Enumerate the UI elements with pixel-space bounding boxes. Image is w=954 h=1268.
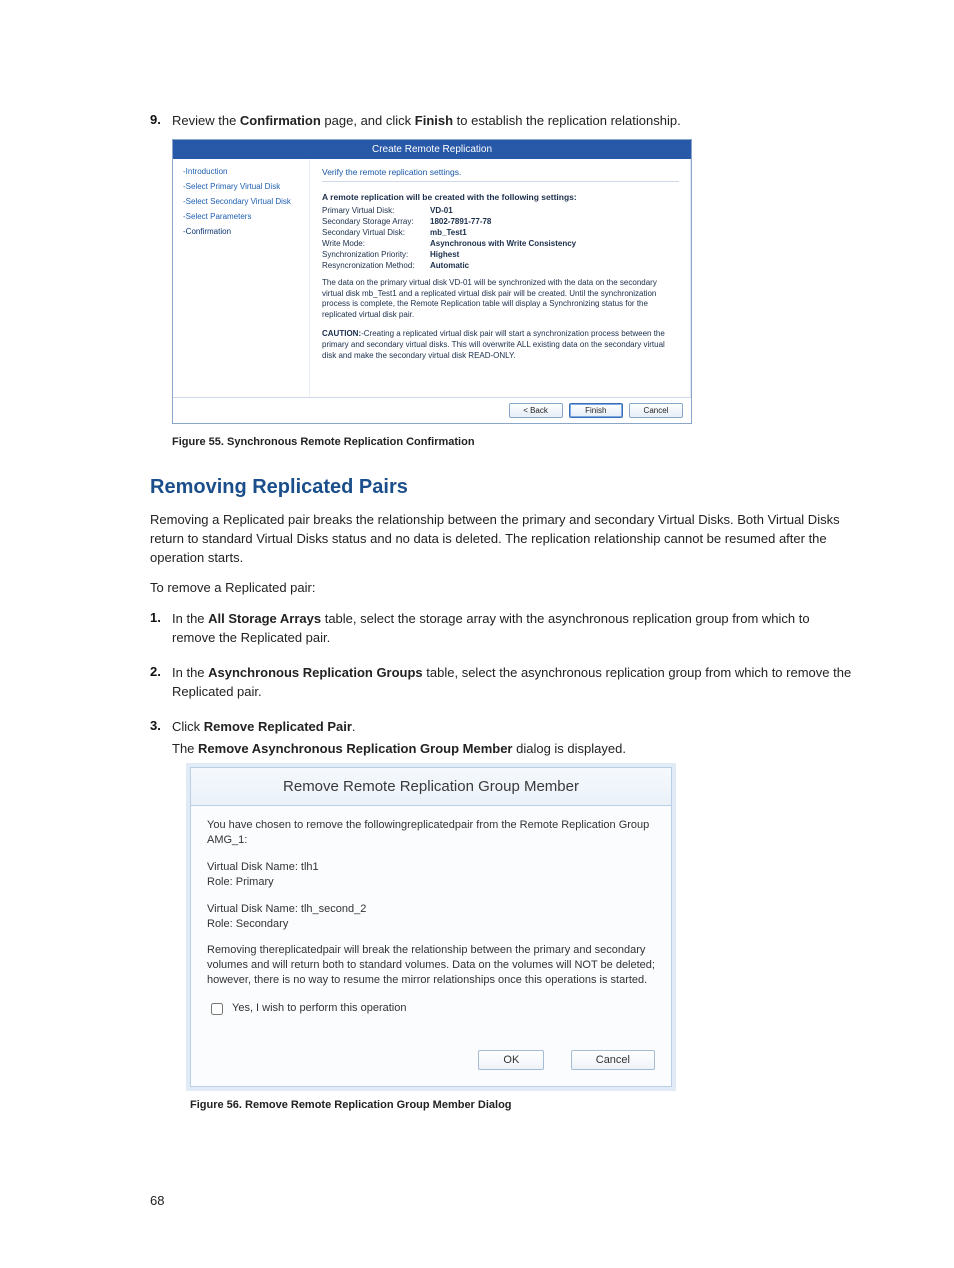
finish-button[interactable]: Finish	[569, 403, 623, 418]
v: Automatic	[430, 261, 469, 270]
t: In the	[172, 611, 208, 626]
caution-label: CAUTION:	[322, 329, 361, 338]
step-text: In the All Storage Arrays table, select …	[172, 610, 854, 648]
vd1: Virtual Disk Name: tlh1 Role: Primary	[207, 860, 655, 890]
v: VD-01	[430, 206, 453, 215]
step-3: 3. Click Remove Replicated Pair. The Rem…	[150, 718, 854, 760]
step-number: 2.	[150, 664, 172, 702]
v: Asynchronous with Write Consistency	[430, 239, 576, 248]
nav-select-primary[interactable]: -Select Primary Virtual Disk	[183, 182, 303, 191]
k: Synchronization Priority:	[322, 250, 430, 259]
t: to establish the replication relationshi…	[453, 113, 681, 128]
dialog-body: You have chosen to remove the followingr…	[191, 806, 671, 1050]
create-remote-replication-wizard: Create Remote Replication -Introduction …	[172, 139, 692, 424]
step-2: 2. In the Asynchronous Replication Group…	[150, 664, 854, 702]
figure-56-caption: Figure 56. Remove Remote Replication Gro…	[190, 1099, 854, 1111]
dialog-title: Remove Remote Replication Group Member	[191, 768, 671, 806]
step-text: Click Remove Replicated Pair. The Remove…	[172, 718, 854, 760]
k: Primary Virtual Disk:	[322, 206, 430, 215]
step-number: 9.	[150, 112, 172, 131]
t: In the	[172, 665, 208, 680]
t: .	[352, 719, 356, 734]
nav-intro[interactable]: -Introduction	[183, 167, 303, 176]
k: Secondary Storage Array:	[322, 217, 430, 226]
line: Virtual Disk Name: tlh_second_2	[207, 903, 366, 915]
row-primary-vd: Primary Virtual Disk: VD-01	[322, 206, 679, 215]
step-text: Review the Confirmation page, and click …	[172, 112, 854, 131]
v: 1802-7891-77-78	[430, 217, 491, 226]
k: Resyncronization Method:	[322, 261, 430, 270]
nav-confirmation[interactable]: -Confirmation	[183, 227, 303, 236]
k: Secondary Virtual Disk:	[322, 228, 430, 237]
wizard-nav: -Introduction -Select Primary Virtual Di…	[173, 159, 310, 397]
verify-text: Verify the remote replication settings.	[322, 167, 679, 177]
t: Click	[172, 719, 204, 734]
vd2: Virtual Disk Name: tlh_second_2 Role: Se…	[207, 902, 655, 932]
cancel-button[interactable]: Cancel	[629, 403, 683, 418]
dialog-button-bar: OK Cancel	[191, 1050, 671, 1086]
step-number: 1.	[150, 610, 172, 648]
step-number: 3.	[150, 718, 172, 760]
wizard-content: Verify the remote replication settings. …	[310, 159, 691, 397]
t-bold: Finish	[415, 113, 453, 128]
divider	[322, 181, 679, 182]
nav-select-secondary[interactable]: -Select Secondary Virtual Disk	[183, 197, 303, 206]
remove-replication-dialog: Remove Remote Replication Group Member Y…	[190, 767, 672, 1087]
row-secondary-array: Secondary Storage Array: 1802-7891-77-78	[322, 217, 679, 226]
dialog-intro: You have chosen to remove the followingr…	[207, 818, 655, 848]
t: dialog is displayed.	[512, 741, 625, 756]
k: Write Mode:	[322, 239, 430, 248]
t: Review the	[172, 113, 240, 128]
ok-button[interactable]: OK	[478, 1050, 544, 1070]
cancel-button-2[interactable]: Cancel	[571, 1050, 655, 1070]
v: mb_Test1	[430, 228, 467, 237]
figure-55-caption: Figure 55. Synchronous Remote Replicatio…	[172, 436, 854, 448]
line: Virtual Disk Name: tlh1	[207, 861, 319, 873]
wizard-body: -Introduction -Select Primary Virtual Di…	[173, 159, 691, 397]
step-text: In the Asynchronous Replication Groups t…	[172, 664, 854, 702]
page-number: 68	[150, 1193, 164, 1208]
sync-description: The data on the primary virtual disk VD-…	[322, 278, 679, 321]
settings-heading: A remote replication will be created wit…	[322, 192, 679, 202]
step-9: 9. Review the Confirmation page, and cli…	[150, 112, 854, 131]
t: The	[172, 741, 198, 756]
nav-select-parameters[interactable]: -Select Parameters	[183, 212, 303, 221]
row-resync-method: Resyncronization Method: Automatic	[322, 261, 679, 270]
t: page, and click	[321, 113, 415, 128]
row-sync-priority: Synchronization Priority: Highest	[322, 250, 679, 259]
lead-in: To remove a Replicated pair:	[150, 579, 854, 598]
v: Highest	[430, 250, 459, 259]
row-secondary-vd: Secondary Virtual Disk: mb_Test1	[322, 228, 679, 237]
back-button[interactable]: < Back	[509, 403, 563, 418]
line: Role: Primary	[207, 876, 274, 888]
step-1: 1. In the All Storage Arrays table, sele…	[150, 610, 854, 648]
wizard-button-bar: < Back Finish Cancel	[173, 397, 691, 423]
wizard-title: Create Remote Replication	[173, 140, 691, 159]
t-bold: Remove Replicated Pair	[204, 719, 352, 734]
section-heading: Removing Replicated Pairs	[150, 476, 854, 499]
t-bold: Confirmation	[240, 113, 321, 128]
t-bold: All Storage Arrays	[208, 611, 321, 626]
caution: CAUTION:-Creating a replicated virtual d…	[322, 329, 679, 361]
dialog-warning: Removing thereplicatedpair will break th…	[207, 943, 655, 988]
intro-paragraph: Removing a Replicated pair breaks the re…	[150, 511, 854, 568]
row-write-mode: Write Mode: Asynchronous with Write Cons…	[322, 239, 679, 248]
line: Role: Secondary	[207, 918, 288, 930]
confirm-checkbox[interactable]	[211, 1003, 223, 1015]
t-bold: Asynchronous Replication Groups	[208, 665, 423, 680]
t-bold: Remove Asynchronous Replication Group Me…	[198, 741, 512, 756]
caution-text: -Creating a replicated virtual disk pair…	[322, 329, 665, 360]
confirm-checkbox-label: Yes, I wish to perform this operation	[232, 1001, 406, 1016]
confirm-checkbox-row: Yes, I wish to perform this operation	[207, 1000, 655, 1018]
